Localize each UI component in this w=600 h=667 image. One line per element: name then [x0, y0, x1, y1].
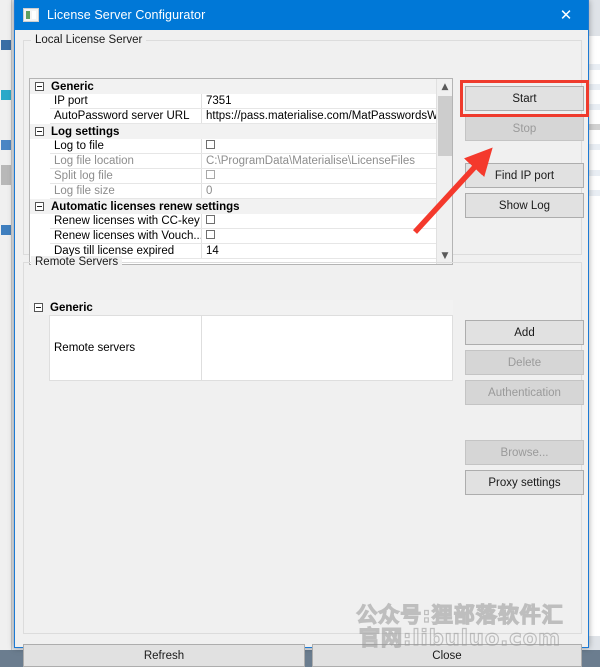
property-name: Log to file [50, 139, 202, 153]
property-row[interactable]: Log file locationC:\ProgramData\Material… [50, 154, 436, 169]
start-button[interactable]: Start [465, 86, 584, 111]
property-name: AutoPassword server URL [50, 109, 202, 123]
checkbox-icon[interactable] [206, 170, 215, 179]
property-checkbox[interactable] [202, 229, 436, 243]
property-checkbox[interactable] [202, 169, 436, 183]
background-icon-4 [1, 165, 11, 185]
property-checkbox[interactable] [202, 139, 436, 153]
property-category-row[interactable]: Automatic licenses renew settings [30, 199, 436, 214]
local-property-grid[interactable]: GenericIP port7351AutoPassword server UR… [29, 78, 453, 265]
property-value[interactable]: 0 [202, 184, 436, 198]
proxy-settings-button[interactable]: Proxy settings [465, 470, 584, 495]
collapse-icon[interactable] [35, 202, 44, 211]
stop-button[interactable]: Stop [465, 116, 584, 141]
property-name: Renew licenses with CC-key [50, 214, 202, 228]
collapse-icon[interactable] [34, 303, 43, 312]
property-row[interactable]: Log to file [50, 139, 436, 154]
checkbox-icon[interactable] [206, 230, 215, 239]
property-name: Log file size [50, 184, 202, 198]
background-taskbar-strip [0, 0, 12, 650]
window-client-area: Local License Server GenericIP port7351A… [15, 30, 588, 647]
background-icon-2 [1, 90, 11, 100]
license-server-configurator-window: License Server Configurator ✕ Local Lice… [14, 0, 589, 648]
remote-category-row[interactable]: Generic [29, 300, 453, 315]
browse-button[interactable]: Browse... [465, 440, 584, 465]
property-name: IP port [50, 94, 202, 108]
window-close-button[interactable]: ✕ [544, 0, 588, 30]
scroll-up-icon[interactable]: ▲ [437, 79, 453, 95]
local-license-server-group-title: Local License Server [31, 34, 146, 46]
property-category-row[interactable]: Generic [30, 79, 436, 94]
remote-category-label: Generic [50, 302, 93, 314]
refresh-button[interactable]: Refresh [23, 644, 305, 667]
remote-servers-group-title: Remote Servers [31, 256, 122, 268]
remote-servers-row[interactable]: Remote servers [49, 315, 453, 381]
property-name: Split log file [50, 169, 202, 183]
property-row[interactable]: Log file size0 [50, 184, 436, 199]
background-icon-5 [1, 225, 11, 235]
property-category-label: Generic [51, 81, 94, 93]
property-category-label: Log settings [51, 126, 119, 138]
delete-button[interactable]: Delete [465, 350, 584, 375]
add-button[interactable]: Add [465, 320, 584, 345]
property-row[interactable]: Renew licenses with CC-key [50, 214, 436, 229]
property-row[interactable]: Renew licenses with Vouch... [50, 229, 436, 244]
window-title: License Server Configurator [47, 8, 205, 22]
property-value[interactable]: 14 [202, 244, 436, 258]
local-grid-scrollbar[interactable]: ▲ ▼ [436, 79, 452, 264]
remote-property-grid[interactable]: Generic Remote servers [29, 300, 453, 398]
window-titlebar: License Server Configurator ✕ [15, 0, 588, 30]
property-name: Log file location [50, 154, 202, 168]
remote-servers-row-label: Remote servers [50, 316, 202, 380]
authentication-button[interactable]: Authentication [465, 380, 584, 405]
property-checkbox[interactable] [202, 214, 436, 228]
property-category-label: Automatic licenses renew settings [51, 201, 240, 213]
property-row[interactable]: AutoPassword server URLhttps://pass.mate… [50, 109, 436, 124]
scrollbar-thumb[interactable] [438, 96, 452, 156]
property-value[interactable]: C:\ProgramData\Materialise\LicenseFiles [202, 154, 436, 168]
find-ip-port-button[interactable]: Find IP port [465, 163, 584, 188]
checkbox-icon[interactable] [206, 140, 215, 149]
background-icon-1 [1, 40, 11, 50]
background-icon-3 [1, 140, 11, 150]
collapse-icon[interactable] [35, 82, 44, 91]
property-category-row[interactable]: Log settings [30, 124, 436, 139]
close-button[interactable]: Close [312, 644, 582, 667]
remote-servers-row-value[interactable] [202, 316, 452, 380]
app-icon [23, 8, 39, 22]
property-row[interactable]: Split log file [50, 169, 436, 184]
property-value[interactable]: 7351 [202, 94, 436, 108]
property-name: Renew licenses with Vouch... [50, 229, 202, 243]
collapse-icon[interactable] [35, 127, 44, 136]
checkbox-icon[interactable] [206, 215, 215, 224]
show-log-button[interactable]: Show Log [465, 193, 584, 218]
property-value[interactable]: https://pass.materialise.com/MatPassword… [202, 109, 436, 123]
property-row[interactable]: IP port7351 [50, 94, 436, 109]
